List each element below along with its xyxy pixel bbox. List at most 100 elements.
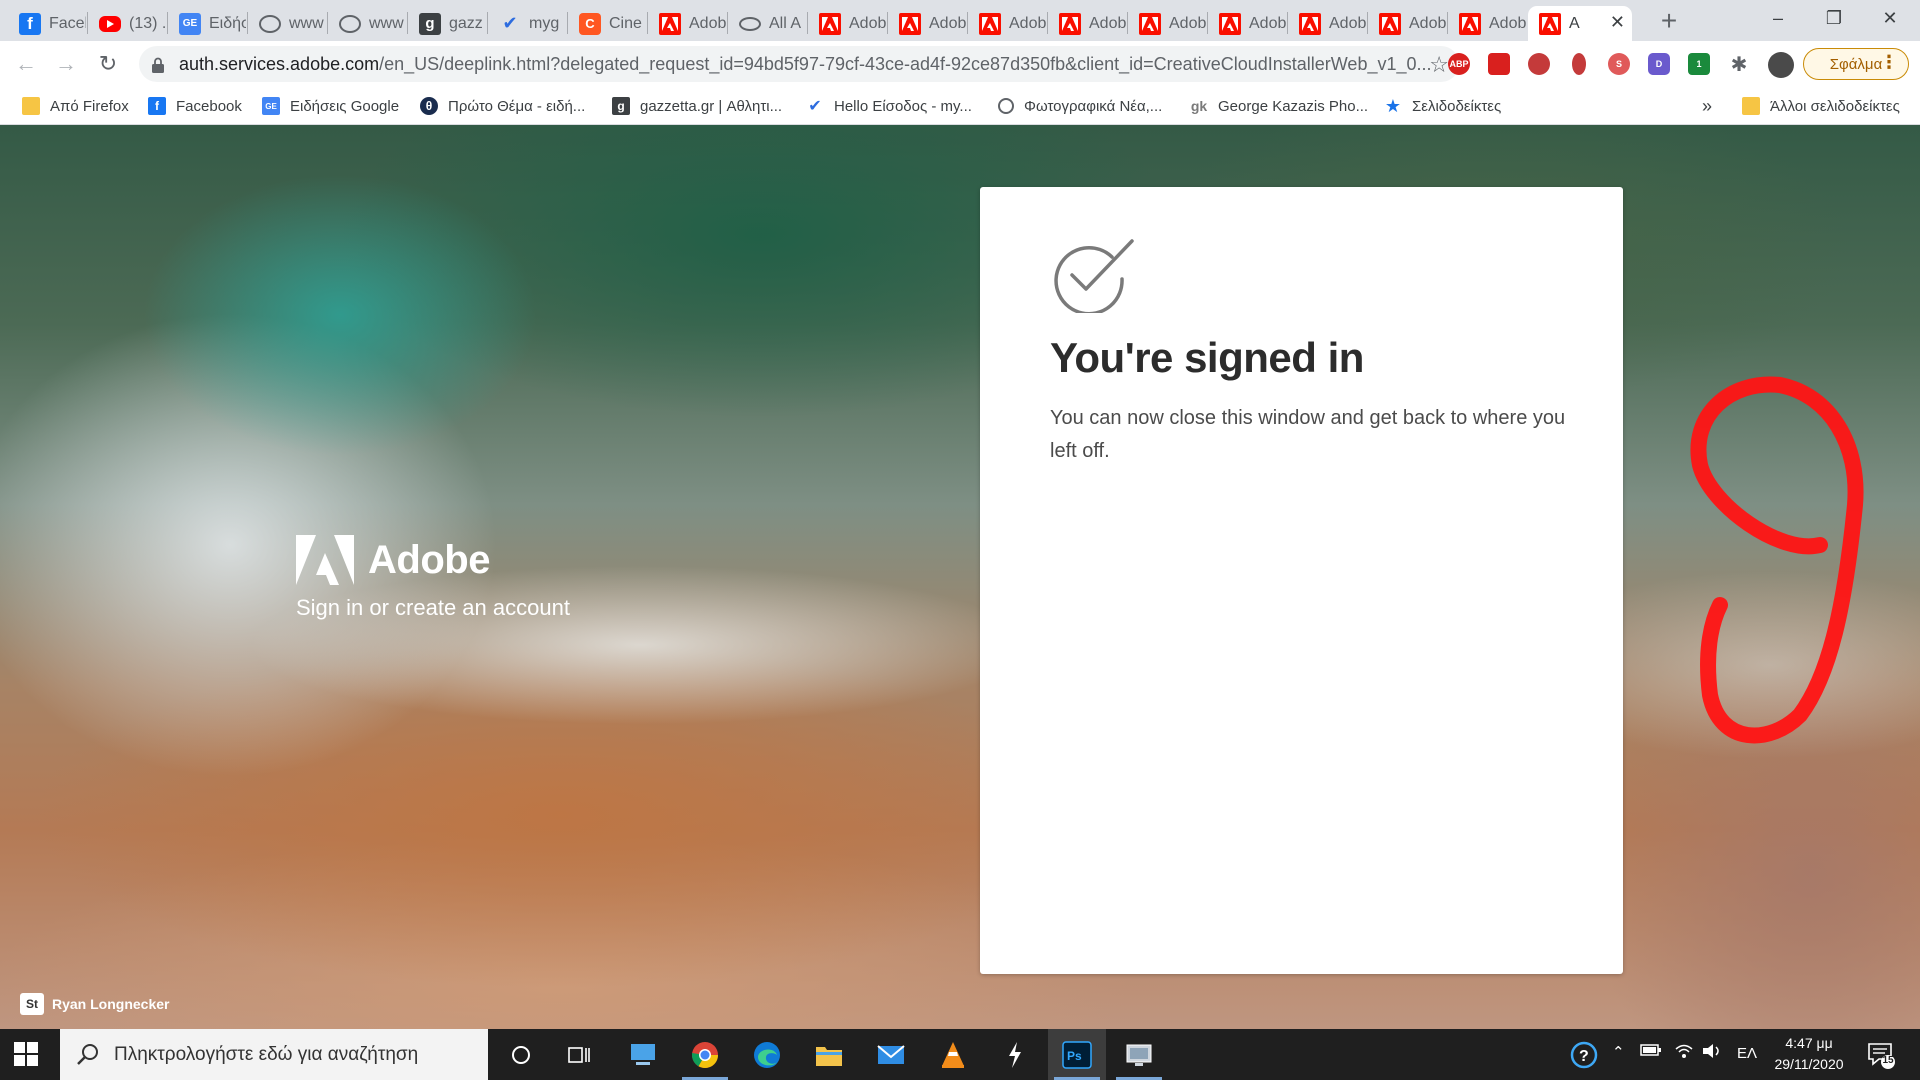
tab-19[interactable]: A ✕	[1528, 6, 1632, 41]
profile-avatar[interactable]	[1768, 52, 1794, 78]
restore-icon[interactable]: ❐	[1822, 8, 1846, 32]
bookmark-item[interactable]: f Facebook	[148, 95, 242, 117]
tab-15[interactable]: Adobe	[1208, 6, 1286, 41]
adobe-icon	[1139, 12, 1161, 35]
extensions-puzzle-icon[interactable]: ✱	[1728, 53, 1750, 76]
tab-7[interactable]: C Cine	[568, 6, 646, 41]
tab-5[interactable]: g gazz	[408, 6, 486, 41]
bookmark-label: Από Firefox	[50, 97, 129, 115]
mail-icon[interactable]	[862, 1029, 920, 1080]
bookmark-label: Πρώτο Θέμα - ειδή...	[448, 97, 586, 115]
tab-16[interactable]: Adobe	[1288, 6, 1366, 41]
tab-1[interactable]: (13) ...	[88, 6, 166, 41]
bookmarks-overflow-icon[interactable]: »	[1702, 95, 1712, 117]
adobe-icon	[819, 12, 841, 35]
task-view-icon[interactable]	[550, 1029, 608, 1080]
wifi-icon[interactable]	[1674, 1043, 1694, 1063]
extension-red-icon[interactable]	[1488, 53, 1510, 75]
new-tab-button[interactable]: +	[1654, 7, 1684, 35]
minimize-icon[interactable]: –	[1766, 8, 1790, 32]
vlc-icon[interactable]	[924, 1029, 982, 1080]
tray-expand-icon[interactable]: ⌃	[1612, 1043, 1625, 1061]
notification-center-icon[interactable]: 15	[1866, 1041, 1896, 1069]
tab-6[interactable]: ✔ myg	[488, 6, 566, 41]
page-content: Adobe Sign in or create an account You'r…	[0, 125, 1920, 1029]
sync-error-label: Σφάλμα	[1829, 55, 1883, 73]
bookmark-label: George Kazazis Pho...	[1218, 97, 1369, 115]
tab-title: (13) ...	[129, 14, 166, 32]
address-bar[interactable]: auth.services.adobe.com/en_US/deeplink.h…	[139, 46, 1459, 82]
tab-18[interactable]: Adobe	[1448, 6, 1526, 41]
tab-2[interactable]: GE Ειδήσεις	[168, 6, 246, 41]
tab-3[interactable]: www	[248, 6, 326, 41]
tab-8[interactable]: Adobe	[648, 6, 726, 41]
bookmark-label: gazzetta.gr | Αθλητι...	[640, 97, 783, 115]
checkmark-circle-icon	[1054, 239, 1134, 313]
tab-title: Adobe	[849, 14, 886, 32]
bookmark-item[interactable]: Φωτογραφικά Νέα,...	[998, 95, 1162, 117]
extension-green-icon[interactable]: 1	[1688, 53, 1710, 75]
adblock-plus-icon[interactable]: ABP	[1448, 53, 1470, 75]
edge-icon[interactable]	[738, 1029, 796, 1080]
tab-17[interactable]: Adobe	[1368, 6, 1446, 41]
tab-13[interactable]: Adobe	[1048, 6, 1126, 41]
tab-4[interactable]: www	[328, 6, 406, 41]
taskbar-search-box[interactable]: Πληκτρολογήστε εδώ για αναζήτηση	[60, 1029, 488, 1080]
computer-icon[interactable]	[614, 1029, 672, 1080]
tab-12[interactable]: Adobe	[968, 6, 1046, 41]
bookmark-item[interactable]: Από Firefox	[22, 95, 129, 117]
bookmark-item[interactable]: ★ Σελιδοδείκτες	[1384, 95, 1501, 117]
bookmark-star-icon[interactable]: ☆	[1429, 52, 1449, 78]
lock-icon[interactable]	[151, 57, 165, 73]
menu-kebab-icon[interactable]: ⋮	[1880, 52, 1898, 73]
chrome-icon[interactable]	[676, 1029, 734, 1080]
extension-pin-icon[interactable]	[1572, 53, 1586, 75]
url-path: /en_US/deeplink.html?delegated_request_i…	[379, 53, 1432, 74]
windows-start-icon[interactable]	[14, 1042, 38, 1066]
clock[interactable]: 4:47 μμ 29/11/2020	[1768, 1033, 1850, 1075]
gazzetta-icon: g	[612, 97, 630, 115]
tab-11[interactable]: Adobe	[888, 6, 966, 41]
app-bolt-icon[interactable]	[986, 1029, 1044, 1080]
other-bookmarks-label: Άλλοι σελιδοδείκτες	[1770, 97, 1900, 115]
help-icon[interactable]: ?	[1570, 1041, 1598, 1073]
cortana-icon[interactable]	[492, 1029, 550, 1080]
file-explorer-icon[interactable]	[800, 1029, 858, 1080]
battery-icon[interactable]	[1640, 1043, 1662, 1061]
language-indicator[interactable]: ΕΛ	[1737, 1045, 1757, 1062]
photo-credit[interactable]: St Ryan Longnecker	[20, 993, 169, 1015]
tab-title: A	[1569, 14, 1580, 32]
volume-icon[interactable]	[1702, 1043, 1722, 1063]
tab-14[interactable]: Adobe	[1128, 6, 1206, 41]
close-tab-icon[interactable]: ✕	[1610, 12, 1625, 33]
svg-text:Ps: Ps	[1067, 1049, 1082, 1063]
tab-10[interactable]: Adobe	[808, 6, 886, 41]
all-icon	[739, 16, 761, 31]
notification-count: 15	[1882, 1055, 1894, 1066]
extension-search-icon[interactable]	[1528, 53, 1550, 75]
extension-d-icon[interactable]: D	[1648, 53, 1670, 75]
photoshop-icon[interactable]: Ps	[1048, 1029, 1106, 1080]
close-window-icon[interactable]: ✕	[1878, 8, 1902, 32]
adobe-wordmark: Adobe	[368, 537, 490, 582]
back-icon[interactable]: ←	[12, 50, 40, 78]
bookmark-item[interactable]: gk George Kazazis Pho...	[1190, 95, 1368, 117]
card-title: You're signed in	[1050, 334, 1364, 381]
bookmark-item[interactable]: GE Ειδήσεις Google	[262, 95, 399, 117]
tab-0[interactable]: f Facebook	[8, 6, 86, 41]
extension-s-icon[interactable]: S	[1608, 53, 1630, 75]
tab-title: Adobe	[1169, 14, 1206, 32]
forward-icon[interactable]: →	[52, 50, 80, 78]
tab-title: gazz	[449, 14, 483, 32]
tab-title: Cine	[609, 14, 642, 32]
brand-tagline: Sign in or create an account	[296, 595, 570, 620]
tab-9[interactable]: All A	[728, 6, 806, 41]
other-bookmarks[interactable]: Άλλοι σελιδοδείκτες	[1742, 95, 1900, 117]
reload-icon[interactable]: ↻	[94, 50, 122, 78]
bookmark-item[interactable]: θ Πρώτο Θέμα - ειδή...	[420, 95, 585, 117]
bookmark-item[interactable]: g gazzetta.gr | Αθλητι...	[612, 95, 782, 117]
screen-icon[interactable]	[1110, 1029, 1168, 1080]
ext-green-label: 1	[1696, 59, 1702, 69]
url-text[interactable]: auth.services.adobe.com/en_US/deeplink.h…	[179, 54, 1459, 75]
bookmark-item[interactable]: ✔ Hello Είσοδος - my...	[806, 95, 972, 117]
